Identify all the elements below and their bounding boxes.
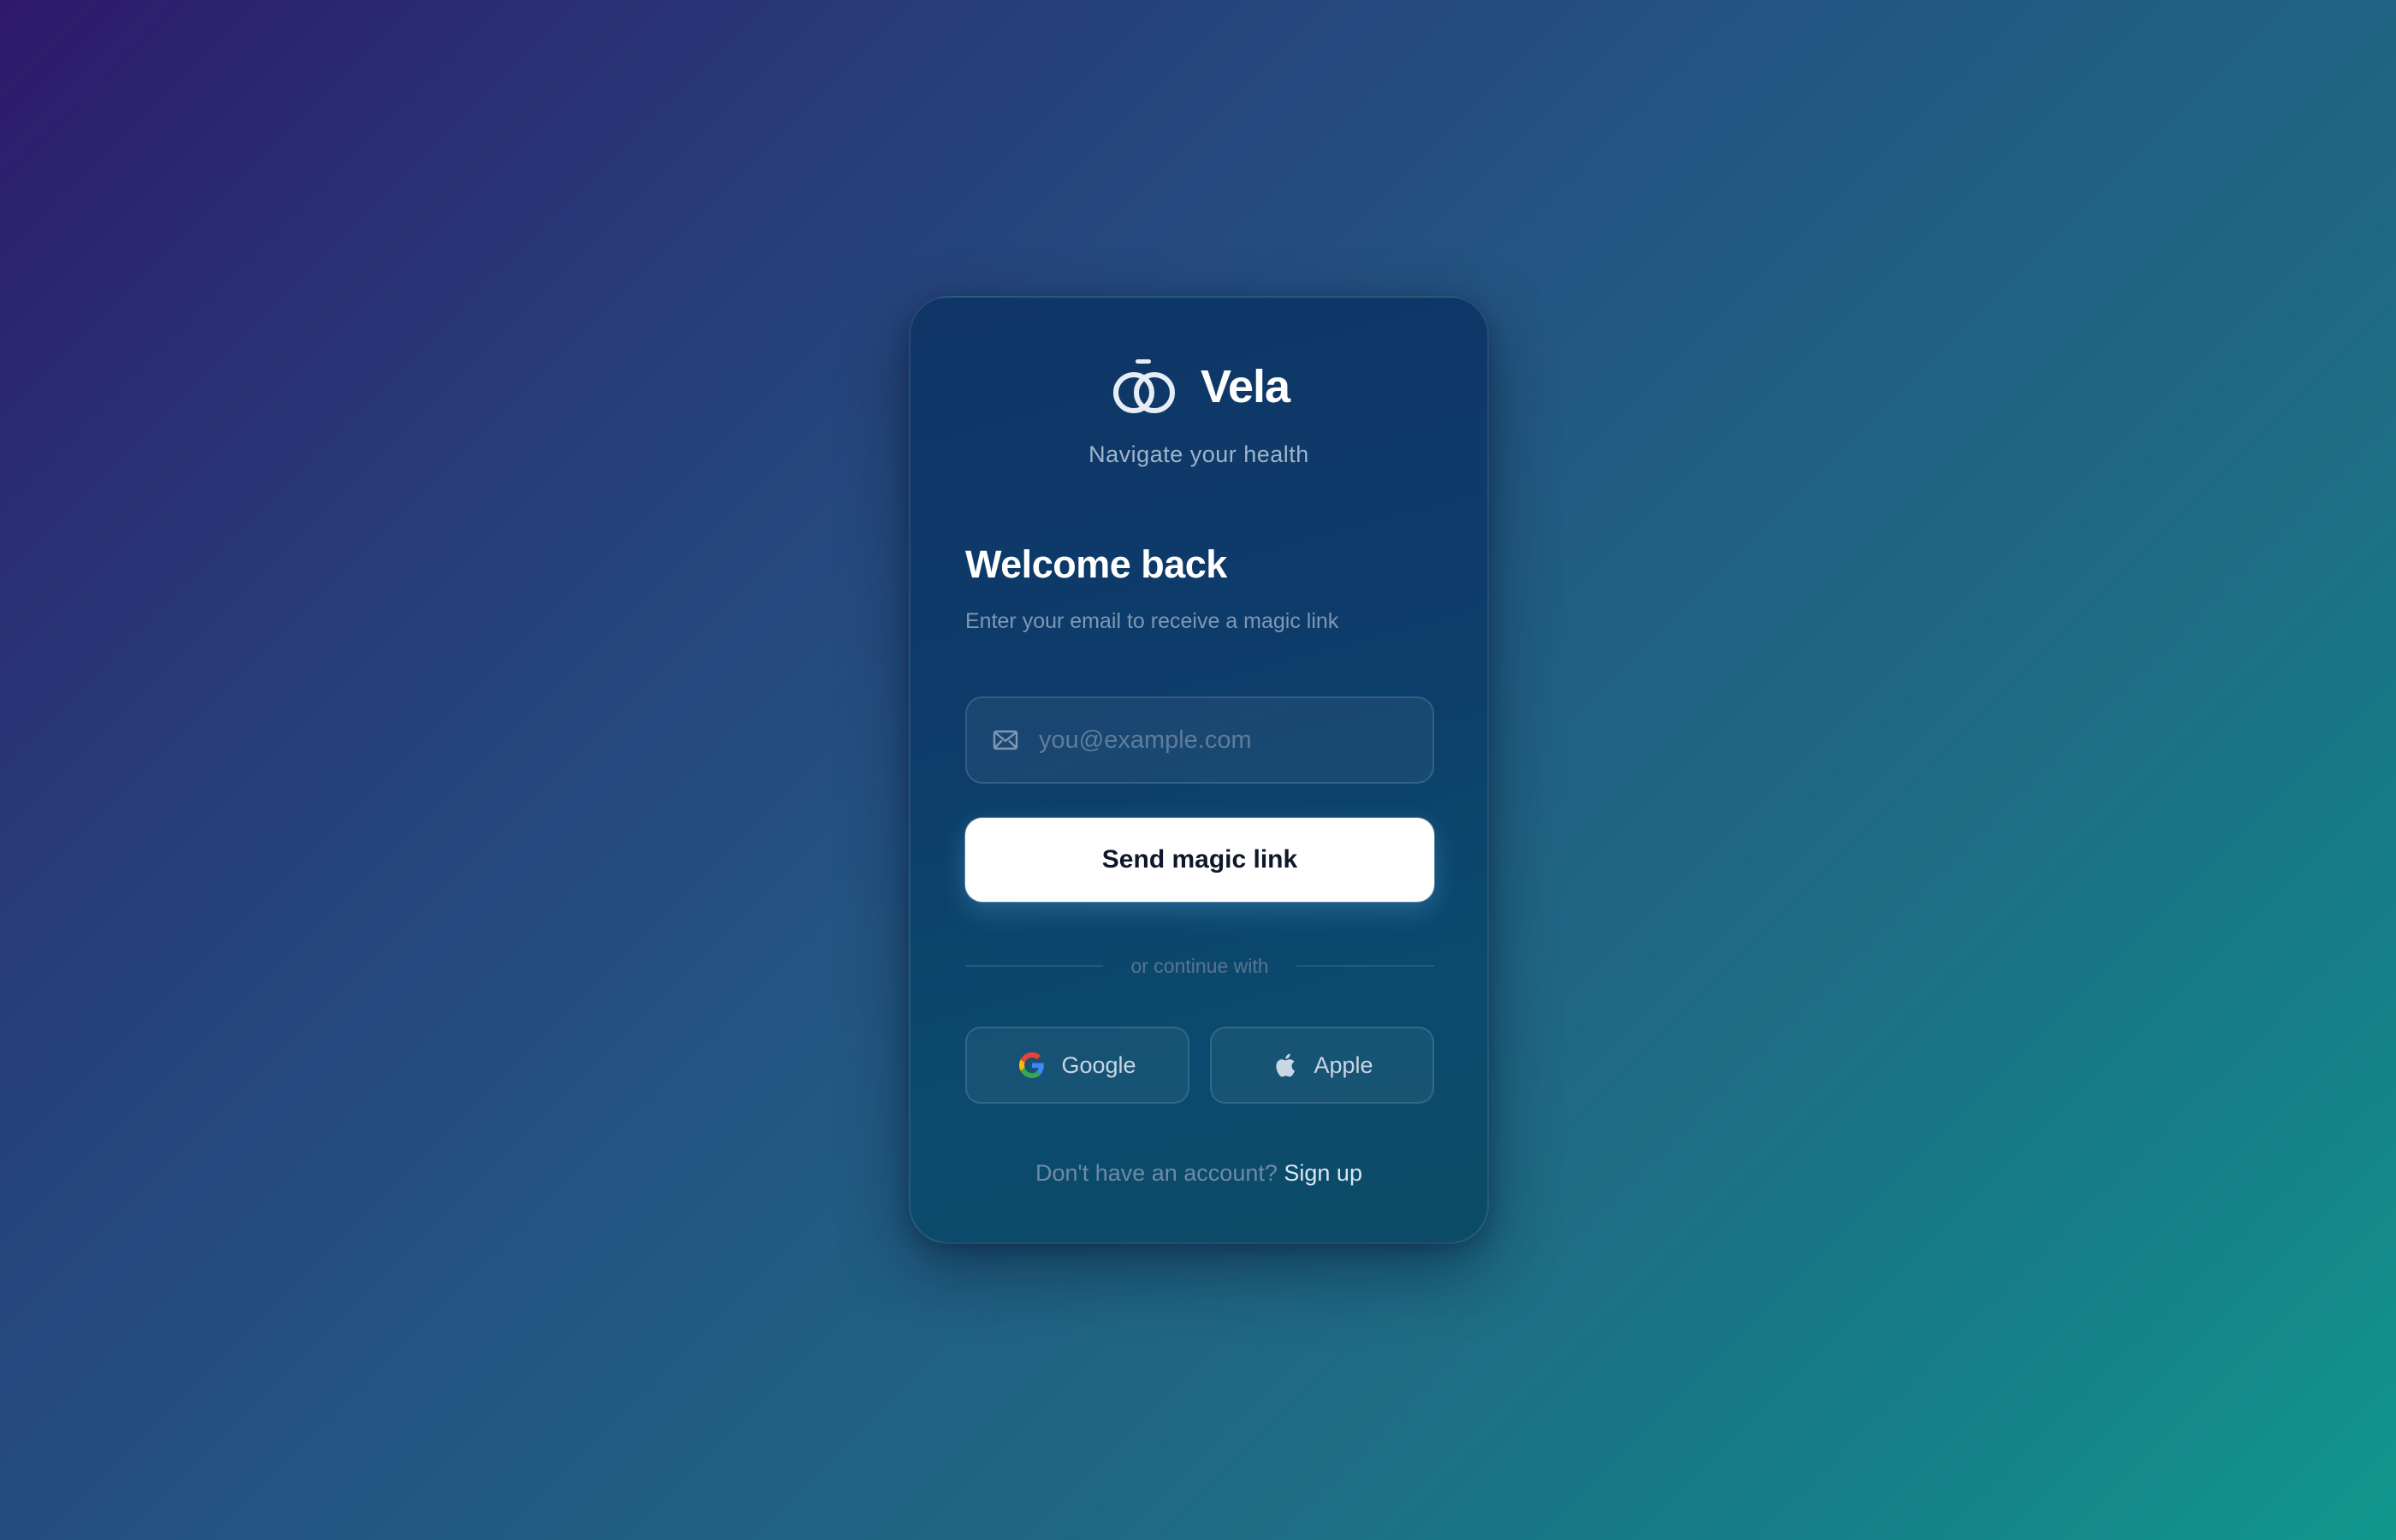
divider-text: or continue with bbox=[1130, 954, 1269, 977]
mail-icon bbox=[991, 726, 1020, 755]
divider: or continue with bbox=[965, 951, 1434, 980]
brand-name: Vela bbox=[1200, 361, 1290, 412]
apple-icon bbox=[1271, 1051, 1298, 1079]
signup-prompt: Don't have an account? Sign up bbox=[910, 1160, 1487, 1187]
google-signin-button[interactable]: Google bbox=[965, 1027, 1189, 1104]
page-title: Welcome back bbox=[965, 542, 1227, 586]
vela-logo-icon bbox=[1108, 358, 1182, 416]
brand-tagline: Navigate your health bbox=[1088, 441, 1309, 467]
apple-signin-button[interactable]: Apple bbox=[1210, 1027, 1434, 1104]
send-magic-link-button[interactable]: Send magic link bbox=[965, 818, 1434, 902]
signup-question: Don't have an account? bbox=[1035, 1160, 1278, 1186]
email-field[interactable] bbox=[965, 696, 1434, 784]
google-icon bbox=[1018, 1051, 1046, 1079]
login-card: Vela Navigate your health Welcome back E… bbox=[909, 296, 1489, 1244]
page-subtitle: Enter your email to receive a magic link bbox=[965, 609, 1339, 633]
divider-line-left bbox=[965, 965, 1104, 967]
google-label: Google bbox=[1061, 1051, 1136, 1078]
email-input[interactable] bbox=[1039, 714, 1432, 766]
divider-line-right bbox=[1296, 965, 1434, 967]
brand-header: Vela bbox=[910, 358, 1487, 416]
apple-label: Apple bbox=[1314, 1051, 1373, 1078]
signup-link[interactable]: Sign up bbox=[1284, 1160, 1362, 1186]
